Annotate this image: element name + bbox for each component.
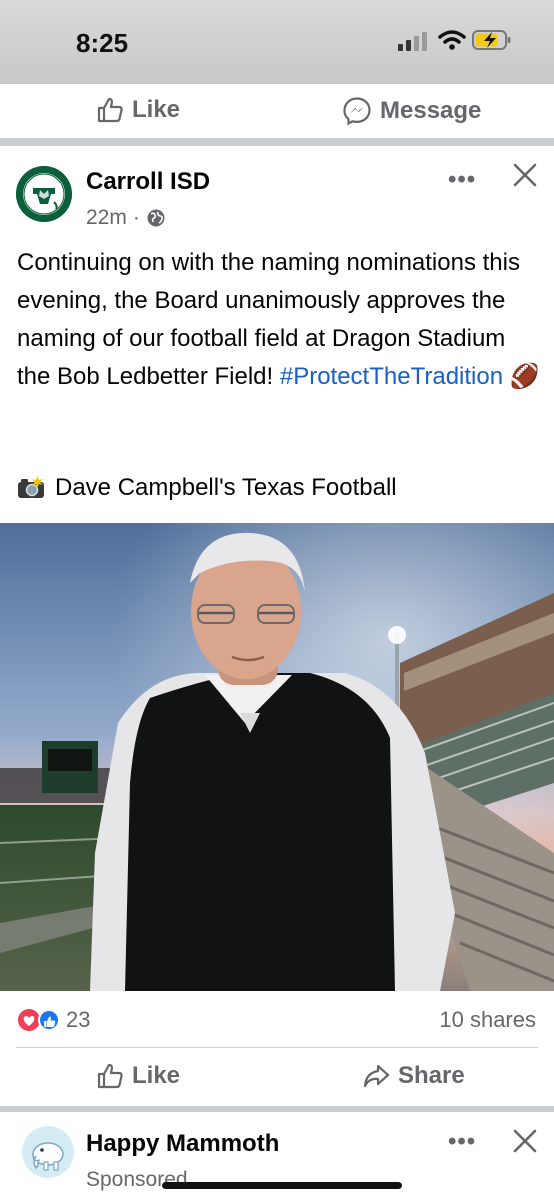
sponsor-avatar[interactable]: [22, 1126, 74, 1178]
messenger-icon: [343, 97, 371, 126]
sponsor-more-options-icon[interactable]: •••: [448, 1128, 476, 1156]
share-button[interactable]: Share: [362, 1062, 465, 1090]
post-time[interactable]: 22m: [86, 206, 127, 230]
more-options-icon[interactable]: •••: [448, 166, 476, 194]
signal-icon: [398, 32, 427, 51]
message-button[interactable]: Message: [342, 96, 481, 126]
feed-divider: [0, 138, 554, 146]
reactions-divider: [16, 1047, 538, 1048]
love-reaction-icon: [18, 1009, 40, 1031]
stadium-portrait-image: [0, 523, 554, 991]
sponsor-close-icon[interactable]: [512, 1128, 538, 1154]
message-label: Message: [380, 97, 482, 124]
feed-divider-2: [0, 1106, 554, 1112]
camera-flash-icon: [18, 476, 44, 498]
post-text: Continuing on with the naming nomination…: [17, 244, 542, 396]
carroll-isd-logo: [16, 166, 72, 222]
reaction-count: 23: [66, 1007, 91, 1032]
football-emoji: 🏈: [509, 363, 540, 390]
like-button[interactable]: Like: [96, 1062, 180, 1090]
share-arrow-icon: [363, 1064, 390, 1088]
like-reaction-icon: [38, 1009, 60, 1031]
like-label: Like: [132, 1062, 181, 1089]
hashtag-link[interactable]: #ProtectTheTradition: [280, 363, 503, 390]
wifi-icon: [438, 30, 466, 50]
sponsor-name[interactable]: Happy Mammoth: [86, 1130, 279, 1158]
photo-credit-text: Dave Campbell's Texas Football: [55, 474, 397, 501]
mammoth-logo: [22, 1126, 74, 1178]
status-bar: 8:25: [0, 0, 554, 84]
thumbs-up-icon: [97, 97, 123, 123]
page-avatar[interactable]: [16, 166, 72, 222]
share-count[interactable]: 10 shares: [439, 1007, 536, 1033]
home-indicator[interactable]: [162, 1182, 402, 1189]
top-action-bar: Like Message: [0, 84, 554, 138]
close-icon[interactable]: [512, 162, 538, 188]
like-label-top: Like: [132, 96, 181, 123]
reaction-summary[interactable]: 23: [18, 1007, 90, 1033]
post-photo[interactable]: [0, 523, 554, 991]
status-time: 8:25: [76, 28, 129, 58]
meta-separator: ·: [132, 206, 140, 229]
page-name[interactable]: Carroll ISD: [86, 168, 210, 196]
thumbs-up-icon: [97, 1063, 123, 1089]
post-meta: 22m ·: [86, 206, 166, 230]
like-button-top[interactable]: Like: [96, 96, 180, 124]
share-label: Share: [398, 1062, 465, 1089]
photo-credit: Dave Campbell's Texas Football: [17, 474, 397, 502]
globe-icon: [147, 209, 165, 227]
battery-charging-icon: [472, 30, 511, 50]
